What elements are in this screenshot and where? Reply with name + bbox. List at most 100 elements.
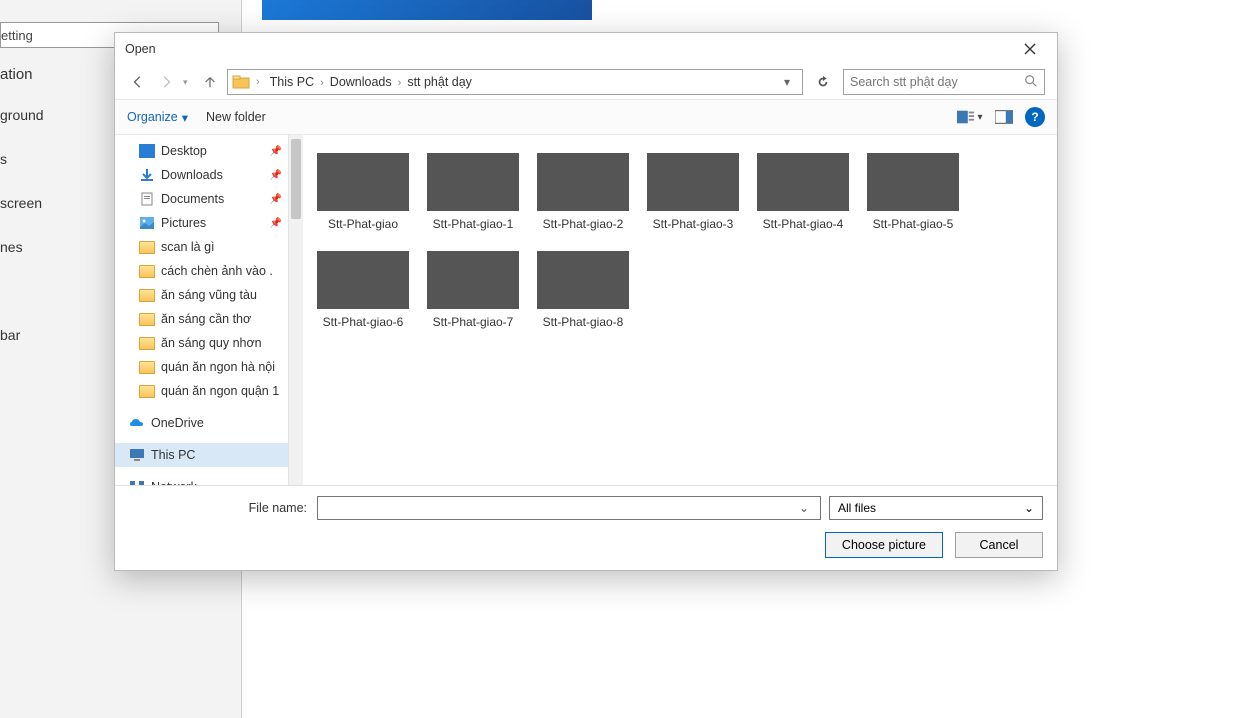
address-nav-row: ▾ › This PC›Downloads›stt phật dạy ▾ bbox=[115, 65, 1057, 99]
choose-picture-button[interactable]: Choose picture bbox=[825, 532, 943, 558]
file-name-label: Stt-Phat-giao-2 bbox=[543, 217, 624, 231]
file-thumbnail[interactable]: Stt-Phat-giao-5 bbox=[867, 153, 959, 231]
file-name-label: Stt-Phat-giao-7 bbox=[433, 315, 514, 329]
sidebar-scroll-thumb[interactable] bbox=[291, 139, 301, 219]
chevron-down-icon: ▾ bbox=[977, 112, 982, 123]
nav-arrows: ▾ bbox=[127, 71, 221, 93]
thumbnail-image bbox=[427, 251, 519, 309]
preview-pane-button[interactable] bbox=[991, 106, 1017, 128]
file-thumbnail[interactable]: Stt-Phat-giao-4 bbox=[757, 153, 849, 231]
pin-icon: 📌 bbox=[270, 146, 282, 157]
breadcrumb-segment[interactable]: stt phật dạy bbox=[403, 75, 476, 89]
breadcrumb-separator-icon: › bbox=[318, 77, 326, 89]
pin-icon: 📌 bbox=[270, 170, 282, 181]
tree-item-label: quán ăn ngon quận 1 bbox=[161, 384, 279, 398]
sidebar-scrollbar[interactable] bbox=[288, 135, 303, 485]
file-name-input[interactable] bbox=[324, 501, 794, 515]
tree-item--n-s-ng-v-ng-t-u[interactable]: ăn sáng vũng tàu bbox=[115, 283, 288, 307]
file-thumbnail[interactable]: Stt-Phat-giao-7 bbox=[427, 251, 519, 329]
tree-item-network[interactable]: Network bbox=[115, 475, 288, 485]
new-folder-button[interactable]: New folder bbox=[206, 110, 266, 124]
address-dropdown[interactable]: ▾ bbox=[776, 70, 798, 94]
pin-icon: 📌 bbox=[270, 218, 282, 229]
tree-item-c-ch-ch-n-nh-v-o-[interactable]: cách chèn ảnh vào . bbox=[115, 259, 288, 283]
pin-icon: 📌 bbox=[270, 194, 282, 205]
tree-item-desktop[interactable]: Desktop 📌 bbox=[115, 139, 288, 163]
cancel-button[interactable]: Cancel bbox=[955, 532, 1043, 558]
tree-item--n-s-ng-c-n-th-[interactable]: ăn sáng cần thơ bbox=[115, 307, 288, 331]
file-name-label: Stt-Phat-giao-6 bbox=[323, 315, 404, 329]
chevron-down-icon: ⌄ bbox=[1024, 501, 1034, 515]
breadcrumb-segment[interactable]: Downloads bbox=[326, 75, 396, 89]
tree-item-onedrive[interactable]: OneDrive bbox=[115, 411, 288, 435]
thumbnails-view-icon bbox=[957, 110, 975, 124]
file-type-filter[interactable]: All files ⌄ bbox=[829, 496, 1043, 520]
tree-item-label: cách chèn ảnh vào . bbox=[161, 264, 273, 278]
dialog-body: Desktop 📌 Downloads 📌 Documents 📌 Pictures 📌 sca… bbox=[115, 135, 1057, 486]
file-thumbnail[interactable]: Stt-Phat-giao-6 bbox=[317, 251, 409, 329]
search-input[interactable] bbox=[850, 75, 1018, 89]
tree-item-this-pc[interactable]: This PC bbox=[115, 443, 288, 467]
thumbnail-image bbox=[317, 251, 409, 309]
tree-item-documents[interactable]: Documents 📌 bbox=[115, 187, 288, 211]
file-thumbnail[interactable]: Stt-Phat-giao-2 bbox=[537, 153, 629, 231]
search-box[interactable] bbox=[843, 69, 1045, 95]
tree-item-qu-n-n-ngon-h-n-i[interactable]: quán ăn ngon hà nội bbox=[115, 355, 288, 379]
tree-item-downloads[interactable]: Downloads 📌 bbox=[115, 163, 288, 187]
tree-item-label: ăn sáng quy nhơn bbox=[161, 336, 262, 350]
file-name-dropdown[interactable]: ⌄ bbox=[794, 501, 814, 515]
nav-forward-button[interactable] bbox=[155, 71, 177, 93]
file-thumbnail[interactable]: Stt-Phat-giao bbox=[317, 153, 409, 231]
thumbnail-image bbox=[537, 251, 629, 309]
file-name-input-wrap[interactable]: ⌄ bbox=[317, 496, 821, 520]
thumbnail-image bbox=[867, 153, 959, 211]
open-file-dialog: Open ▾ › This PC›Downloads›stt phật d bbox=[114, 32, 1058, 571]
file-name-label: Stt-Phat-giao-5 bbox=[873, 217, 954, 231]
tree-item-pictures[interactable]: Pictures 📌 bbox=[115, 211, 288, 235]
file-name-label: File name: bbox=[129, 501, 309, 515]
breadcrumb-segment[interactable]: This PC bbox=[266, 75, 318, 89]
thumbnail-image bbox=[537, 153, 629, 211]
thumbnail-image bbox=[757, 153, 849, 211]
file-thumbnail[interactable]: Stt-Phat-giao-8 bbox=[537, 251, 629, 329]
preview-pane-icon bbox=[995, 110, 1013, 124]
tree-item--n-s-ng-quy-nh-n[interactable]: ăn sáng quy nhơn bbox=[115, 331, 288, 355]
file-name-label: Stt-Phat-giao-1 bbox=[433, 217, 514, 231]
search-icon bbox=[1024, 74, 1038, 91]
organize-button[interactable]: Organize ▾ bbox=[127, 110, 188, 125]
tree-item-label: ăn sáng cần thơ bbox=[161, 312, 251, 326]
file-thumbnail[interactable]: Stt-Phat-giao-1 bbox=[427, 153, 519, 231]
close-button[interactable] bbox=[1009, 35, 1051, 63]
thumbnail-image bbox=[427, 153, 519, 211]
view-options-button[interactable]: ▾ bbox=[957, 106, 983, 128]
refresh-button[interactable] bbox=[809, 69, 837, 95]
nav-recent-dropdown[interactable]: ▾ bbox=[183, 77, 193, 88]
tree-item-label: ăn sáng vũng tàu bbox=[161, 288, 257, 302]
dialog-title: Open bbox=[125, 42, 156, 56]
tree-item-label: Desktop bbox=[161, 144, 207, 158]
tree-item-qu-n-n-ngon-qu-n-1[interactable]: quán ăn ngon quận 1 bbox=[115, 379, 288, 403]
folder-icon bbox=[232, 73, 250, 91]
tree-item-label: Documents bbox=[161, 192, 224, 206]
file-name-label: Stt-Phat-giao-3 bbox=[653, 217, 734, 231]
file-thumbnail[interactable]: Stt-Phat-giao-3 bbox=[647, 153, 739, 231]
address-bar[interactable]: › This PC›Downloads›stt phật dạy ▾ bbox=[227, 69, 803, 95]
dialog-title-bar: Open bbox=[115, 33, 1057, 65]
tree-item-label: Pictures bbox=[161, 216, 206, 230]
refresh-icon bbox=[816, 75, 830, 89]
close-icon bbox=[1024, 43, 1036, 55]
tree-item-label: OneDrive bbox=[151, 416, 204, 430]
folder-tree-sidebar: Desktop 📌 Downloads 📌 Documents 📌 Pictures 📌 sca… bbox=[115, 135, 303, 485]
tree-item-scan-l-g-[interactable]: scan là gì bbox=[115, 235, 288, 259]
tree-item-label: Downloads bbox=[161, 168, 223, 182]
help-button[interactable]: ? bbox=[1025, 107, 1045, 127]
background-blue-strip bbox=[262, 0, 592, 20]
tree-item-label: quán ăn ngon hà nội bbox=[161, 360, 275, 374]
file-name-label: Stt-Phat-giao-8 bbox=[543, 315, 624, 329]
file-name-label: Stt-Phat-giao-4 bbox=[763, 217, 844, 231]
tree-item-label: Network bbox=[151, 480, 197, 485]
nav-up-button[interactable] bbox=[199, 71, 221, 93]
nav-back-button[interactable] bbox=[127, 71, 149, 93]
thumbnail-image bbox=[647, 153, 739, 211]
toolbar: Organize ▾ New folder ▾ bbox=[115, 99, 1057, 135]
